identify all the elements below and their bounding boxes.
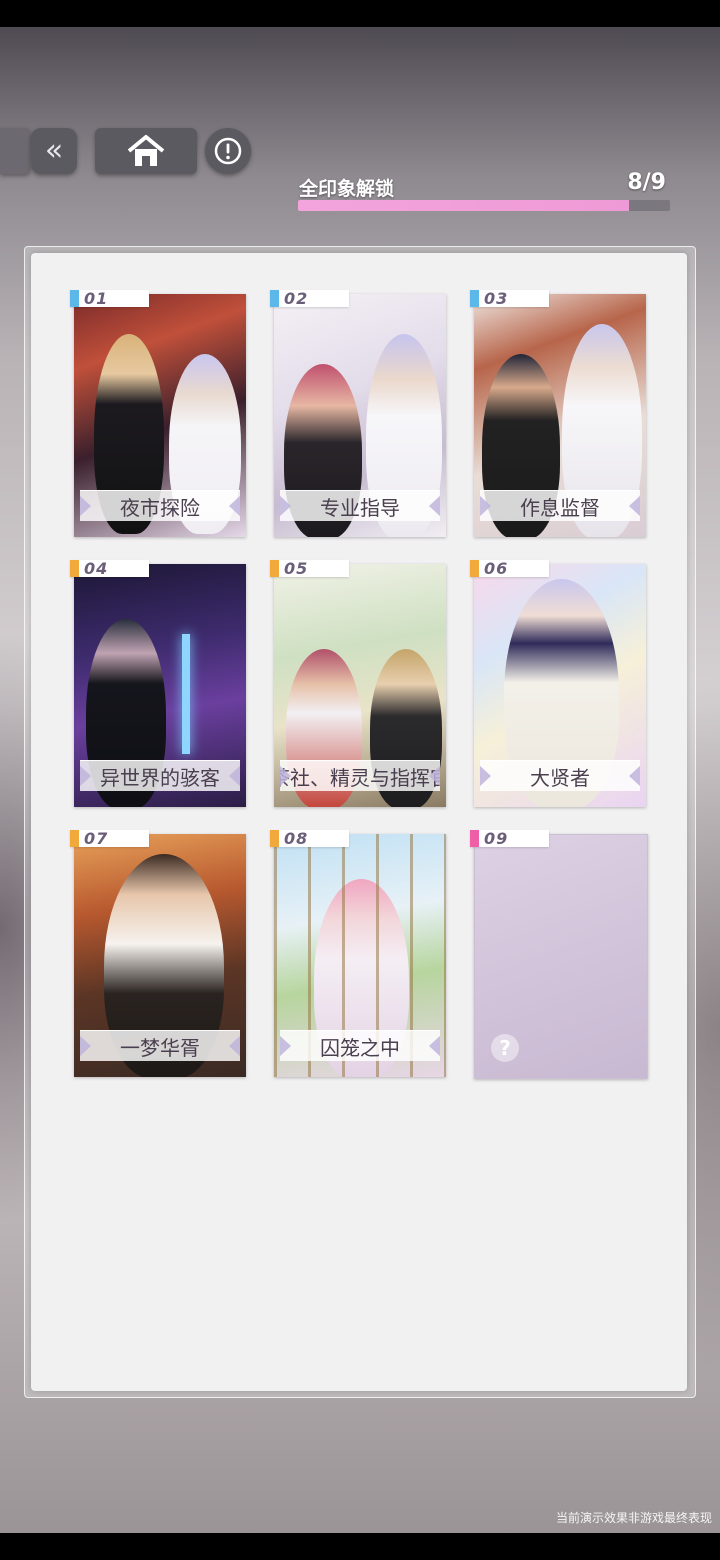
impression-card-06[interactable]: 大贤者 xyxy=(474,564,646,807)
card-title: 茶社、精灵与指挥官 xyxy=(280,760,440,791)
tag-marker xyxy=(270,290,279,307)
card-number: 01 xyxy=(84,289,109,308)
tag-marker xyxy=(70,830,79,847)
card-number-tag: 08 xyxy=(270,829,349,848)
impression-card-01[interactable]: 夜市探险 xyxy=(74,294,246,537)
home-icon xyxy=(127,135,165,166)
card-number-tag: 05 xyxy=(270,559,349,578)
chevrons-left-icon: « xyxy=(44,133,64,168)
impression-card-04[interactable]: 异世界的骇客 xyxy=(74,564,246,807)
card-number: 07 xyxy=(84,829,109,848)
card-number-tag: 07 xyxy=(70,829,149,848)
card-number: 05 xyxy=(284,559,309,578)
tag-marker xyxy=(470,830,479,847)
status-bar xyxy=(0,0,720,27)
card-number-tag: 04 xyxy=(70,559,149,578)
impression-card-03[interactable]: 作息监督 xyxy=(474,294,646,537)
tag-marker xyxy=(470,560,479,577)
card-title: 专业指导 xyxy=(280,490,440,521)
card-number: 06 xyxy=(484,559,509,578)
tag-marker xyxy=(470,290,479,307)
tag-marker xyxy=(70,560,79,577)
progress-bar-fill xyxy=(298,200,629,211)
tag-marker xyxy=(270,560,279,577)
card-number-tag: 01 xyxy=(70,289,149,308)
card-number: 09 xyxy=(484,829,509,848)
card-title: 夜市探险 xyxy=(80,490,240,521)
card-number: 03 xyxy=(484,289,509,308)
card-title: 囚笼之中 xyxy=(280,1030,440,1061)
impression-card-09-locked[interactable]: ? xyxy=(474,834,648,1079)
card-number: 04 xyxy=(84,559,109,578)
card-number-tag: 02 xyxy=(270,289,349,308)
tag-marker xyxy=(270,830,279,847)
impression-card-08[interactable]: 囚笼之中 xyxy=(274,834,446,1077)
home-button[interactable] xyxy=(95,128,197,174)
progress-count: 8/9 xyxy=(627,170,666,195)
card-title: 作息监督 xyxy=(480,490,640,521)
progress-label: 全印象解锁 xyxy=(299,178,395,200)
info-button[interactable] xyxy=(205,128,251,174)
exclamation-circle-icon xyxy=(214,137,242,165)
card-number-tag: 03 xyxy=(470,289,549,308)
card-title: 大贤者 xyxy=(480,760,640,791)
impression-card-05[interactable]: 茶社、精灵与指挥官 xyxy=(274,564,446,807)
card-number-tag: 06 xyxy=(470,559,549,578)
side-tab[interactable] xyxy=(0,128,30,174)
tag-marker xyxy=(70,290,79,307)
progress-bar xyxy=(298,200,670,211)
navigation-bar xyxy=(0,1533,720,1560)
question-mark-icon: ? xyxy=(491,1034,519,1062)
card-number: 08 xyxy=(284,829,309,848)
back-button[interactable]: « xyxy=(31,128,77,174)
impression-card-07[interactable]: 一梦华胥 xyxy=(74,834,246,1077)
card-title: 一梦华胥 xyxy=(80,1030,240,1061)
demo-disclaimer: 当前演示效果非游戏最终表现 xyxy=(555,1511,712,1525)
card-title: 异世界的骇客 xyxy=(80,760,240,791)
card-number-tag: 09 xyxy=(470,829,549,848)
impression-card-02[interactable]: 专业指导 xyxy=(274,294,446,537)
card-number: 02 xyxy=(284,289,309,308)
